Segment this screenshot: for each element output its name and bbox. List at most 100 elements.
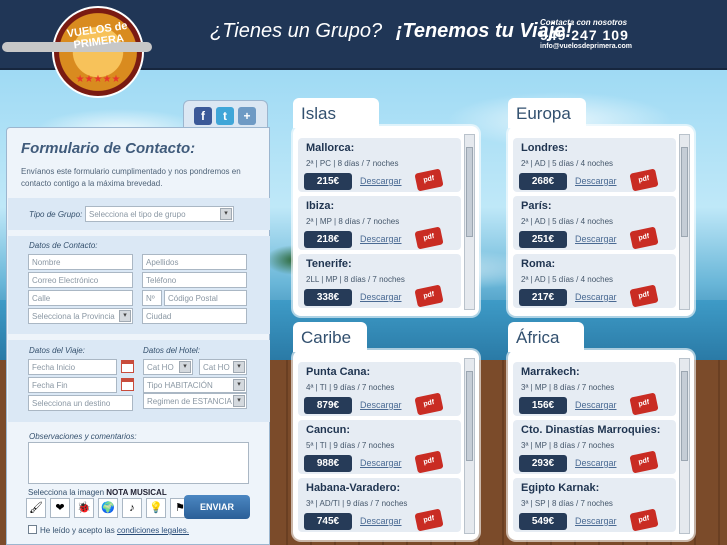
observaciones-textarea[interactable] (28, 442, 249, 484)
form-title: Formulario de Contacto: (21, 140, 196, 157)
destino-select[interactable]: Selecciona un destino (28, 395, 133, 411)
download-link[interactable]: Descargar (575, 176, 617, 186)
price-badge: 156€ (519, 397, 567, 414)
scrollbar-thumb[interactable] (681, 147, 688, 237)
facebook-icon[interactable]: f (194, 107, 212, 125)
destination-name: Mallorca: (306, 142, 355, 154)
download-link[interactable]: Descargar (575, 400, 617, 410)
pdf-icon[interactable]: pdf (629, 284, 659, 308)
legal-link[interactable]: condiciones legales. (117, 526, 189, 535)
nombre-field[interactable]: Nombre (28, 254, 133, 270)
tipo-habitacion-select[interactable]: Tipo HABITACIÓN ▾ (143, 377, 247, 393)
pdf-icon[interactable]: pdf (629, 226, 659, 250)
download-link[interactable]: Descargar (360, 234, 402, 244)
scrollbar[interactable] (464, 358, 475, 534)
cat-hotel-select-2[interactable]: Cat HO ▾ (199, 359, 247, 375)
ladybug-icon[interactable]: 🐞 (74, 498, 94, 518)
tipo-grupo-label: Tipo de Grupo: (29, 210, 83, 219)
twitter-icon[interactable]: t (216, 107, 234, 125)
captcha-target: NOTA MUSICAL (106, 488, 167, 497)
section-islas: Islas Mallorca: 2ª | PC | 8 días / 7 noc… (293, 98, 479, 316)
logo-stars: ★★★★★ (75, 74, 121, 85)
heart-icon[interactable]: ❤ (50, 498, 70, 518)
calendar-icon[interactable] (121, 378, 134, 391)
chevron-down-icon: ▾ (179, 361, 191, 373)
download-link[interactable]: Descargar (575, 292, 617, 302)
enviar-button[interactable]: ENVIAR (184, 495, 250, 519)
destination-info: 4ª | TI | 9 días / 7 noches (306, 383, 395, 392)
calendar-icon[interactable] (121, 360, 134, 373)
scrollbar-thumb[interactable] (681, 371, 688, 461)
scrollbar-thumb[interactable] (466, 147, 473, 237)
music-note-icon[interactable]: ♪ (122, 498, 142, 518)
list-item: Roma: 2ª | AD | 5 días / 4 noches 217€ D… (513, 254, 676, 308)
captcha-instruction: Selecciona la imagen NOTA MUSICAL (28, 488, 167, 497)
lightbulb-icon[interactable]: 💡 (146, 498, 166, 518)
destination-info: 2ª | AD | 5 días / 4 noches (521, 275, 614, 284)
telefono-field[interactable]: Teléfono (142, 272, 247, 288)
price-badge: 549€ (519, 513, 567, 530)
datos-contacto-label: Datos de Contacto: (29, 241, 98, 250)
download-link[interactable]: Descargar (575, 458, 617, 468)
download-link[interactable]: Descargar (360, 400, 402, 410)
price-badge: 251€ (519, 231, 567, 248)
price-badge: 293€ (519, 455, 567, 472)
regimen-select[interactable]: Regimen de ESTANCIA ▾ (143, 393, 247, 409)
scrollbar[interactable] (464, 134, 475, 310)
fecha-fin-field[interactable]: Fecha Fin (28, 377, 117, 393)
scrollbar[interactable] (679, 134, 690, 310)
pdf-icon[interactable]: pdf (629, 508, 659, 532)
section-title[interactable]: Islas (293, 98, 379, 128)
destination-name: Roma: (521, 258, 556, 270)
chevron-down-icon: ▾ (119, 310, 131, 322)
list-item: Tenerife: 2LL | MP | 8 días / 7 noches 3… (298, 254, 461, 308)
cat-hotel-select-1[interactable]: Cat HO ▾ (143, 359, 193, 375)
ciudad-field[interactable]: Ciudad (142, 308, 247, 324)
destination-info: 3ª | MP | 8 días / 7 noches (521, 383, 615, 392)
site-logo[interactable]: VUELOS de PRIMERA ★★★★★ (2, 4, 152, 102)
chevron-down-icon: ▾ (233, 379, 245, 391)
brush-icon[interactable]: 🖌 (26, 498, 46, 518)
pdf-icon[interactable]: pdf (414, 392, 444, 416)
provincia-select[interactable]: Selecciona la Provincia ▾ (28, 308, 133, 324)
destination-info: 2ª | AD | 5 días / 4 noches (521, 217, 614, 226)
tipo-grupo-select[interactable]: Selecciona el tipo de grupo ▾ (85, 206, 234, 222)
fecha-inicio-field[interactable]: Fecha Inicio (28, 359, 117, 375)
contact-email[interactable]: info@vuelosdeprimera.com (540, 43, 632, 50)
pdf-icon[interactable]: pdf (629, 168, 659, 192)
destination-name: Egipto Karnak: (521, 482, 600, 494)
scrollbar-thumb[interactable] (466, 371, 473, 461)
cat-hotel-1-placeholder: Cat HO (147, 363, 174, 372)
download-link[interactable]: Descargar (575, 516, 617, 526)
pdf-icon[interactable]: pdf (414, 226, 444, 250)
download-link[interactable]: Descargar (360, 176, 402, 186)
numero-field[interactable]: Nº (142, 290, 162, 306)
pdf-icon[interactable]: pdf (414, 450, 444, 474)
contact-phone[interactable]: 949 247 109 (540, 27, 632, 43)
pdf-icon[interactable]: pdf (414, 284, 444, 308)
share-icon[interactable]: + (238, 107, 256, 125)
legal-prefix: He leído y acepto las (40, 526, 115, 535)
download-link[interactable]: Descargar (360, 292, 402, 302)
download-link[interactable]: Descargar (360, 516, 402, 526)
price-badge: 215€ (304, 173, 352, 190)
pdf-icon[interactable]: pdf (414, 508, 444, 532)
pdf-icon[interactable]: pdf (629, 450, 659, 474)
destination-info: 2ª | AD | 5 días / 4 noches (521, 159, 614, 168)
section-title[interactable]: Caribe (293, 322, 367, 352)
calle-field[interactable]: Calle (28, 290, 133, 306)
chevron-down-icon: ▾ (220, 208, 232, 220)
section-title[interactable]: Europa (508, 98, 586, 128)
download-link[interactable]: Descargar (575, 234, 617, 244)
section-title[interactable]: África (508, 322, 584, 352)
download-link[interactable]: Descargar (360, 458, 402, 468)
globe-icon[interactable]: 🌍 (98, 498, 118, 518)
email-field[interactable]: Correo Electrónico (28, 272, 133, 288)
regimen-placeholder: Regimen de ESTANCIA (147, 397, 232, 406)
pdf-icon[interactable]: pdf (414, 168, 444, 192)
codigo-postal-field[interactable]: Código Postal (164, 290, 247, 306)
legal-checkbox[interactable] (28, 525, 37, 534)
pdf-icon[interactable]: pdf (629, 392, 659, 416)
scrollbar[interactable] (679, 358, 690, 534)
apellidos-field[interactable]: Apellidos (142, 254, 247, 270)
